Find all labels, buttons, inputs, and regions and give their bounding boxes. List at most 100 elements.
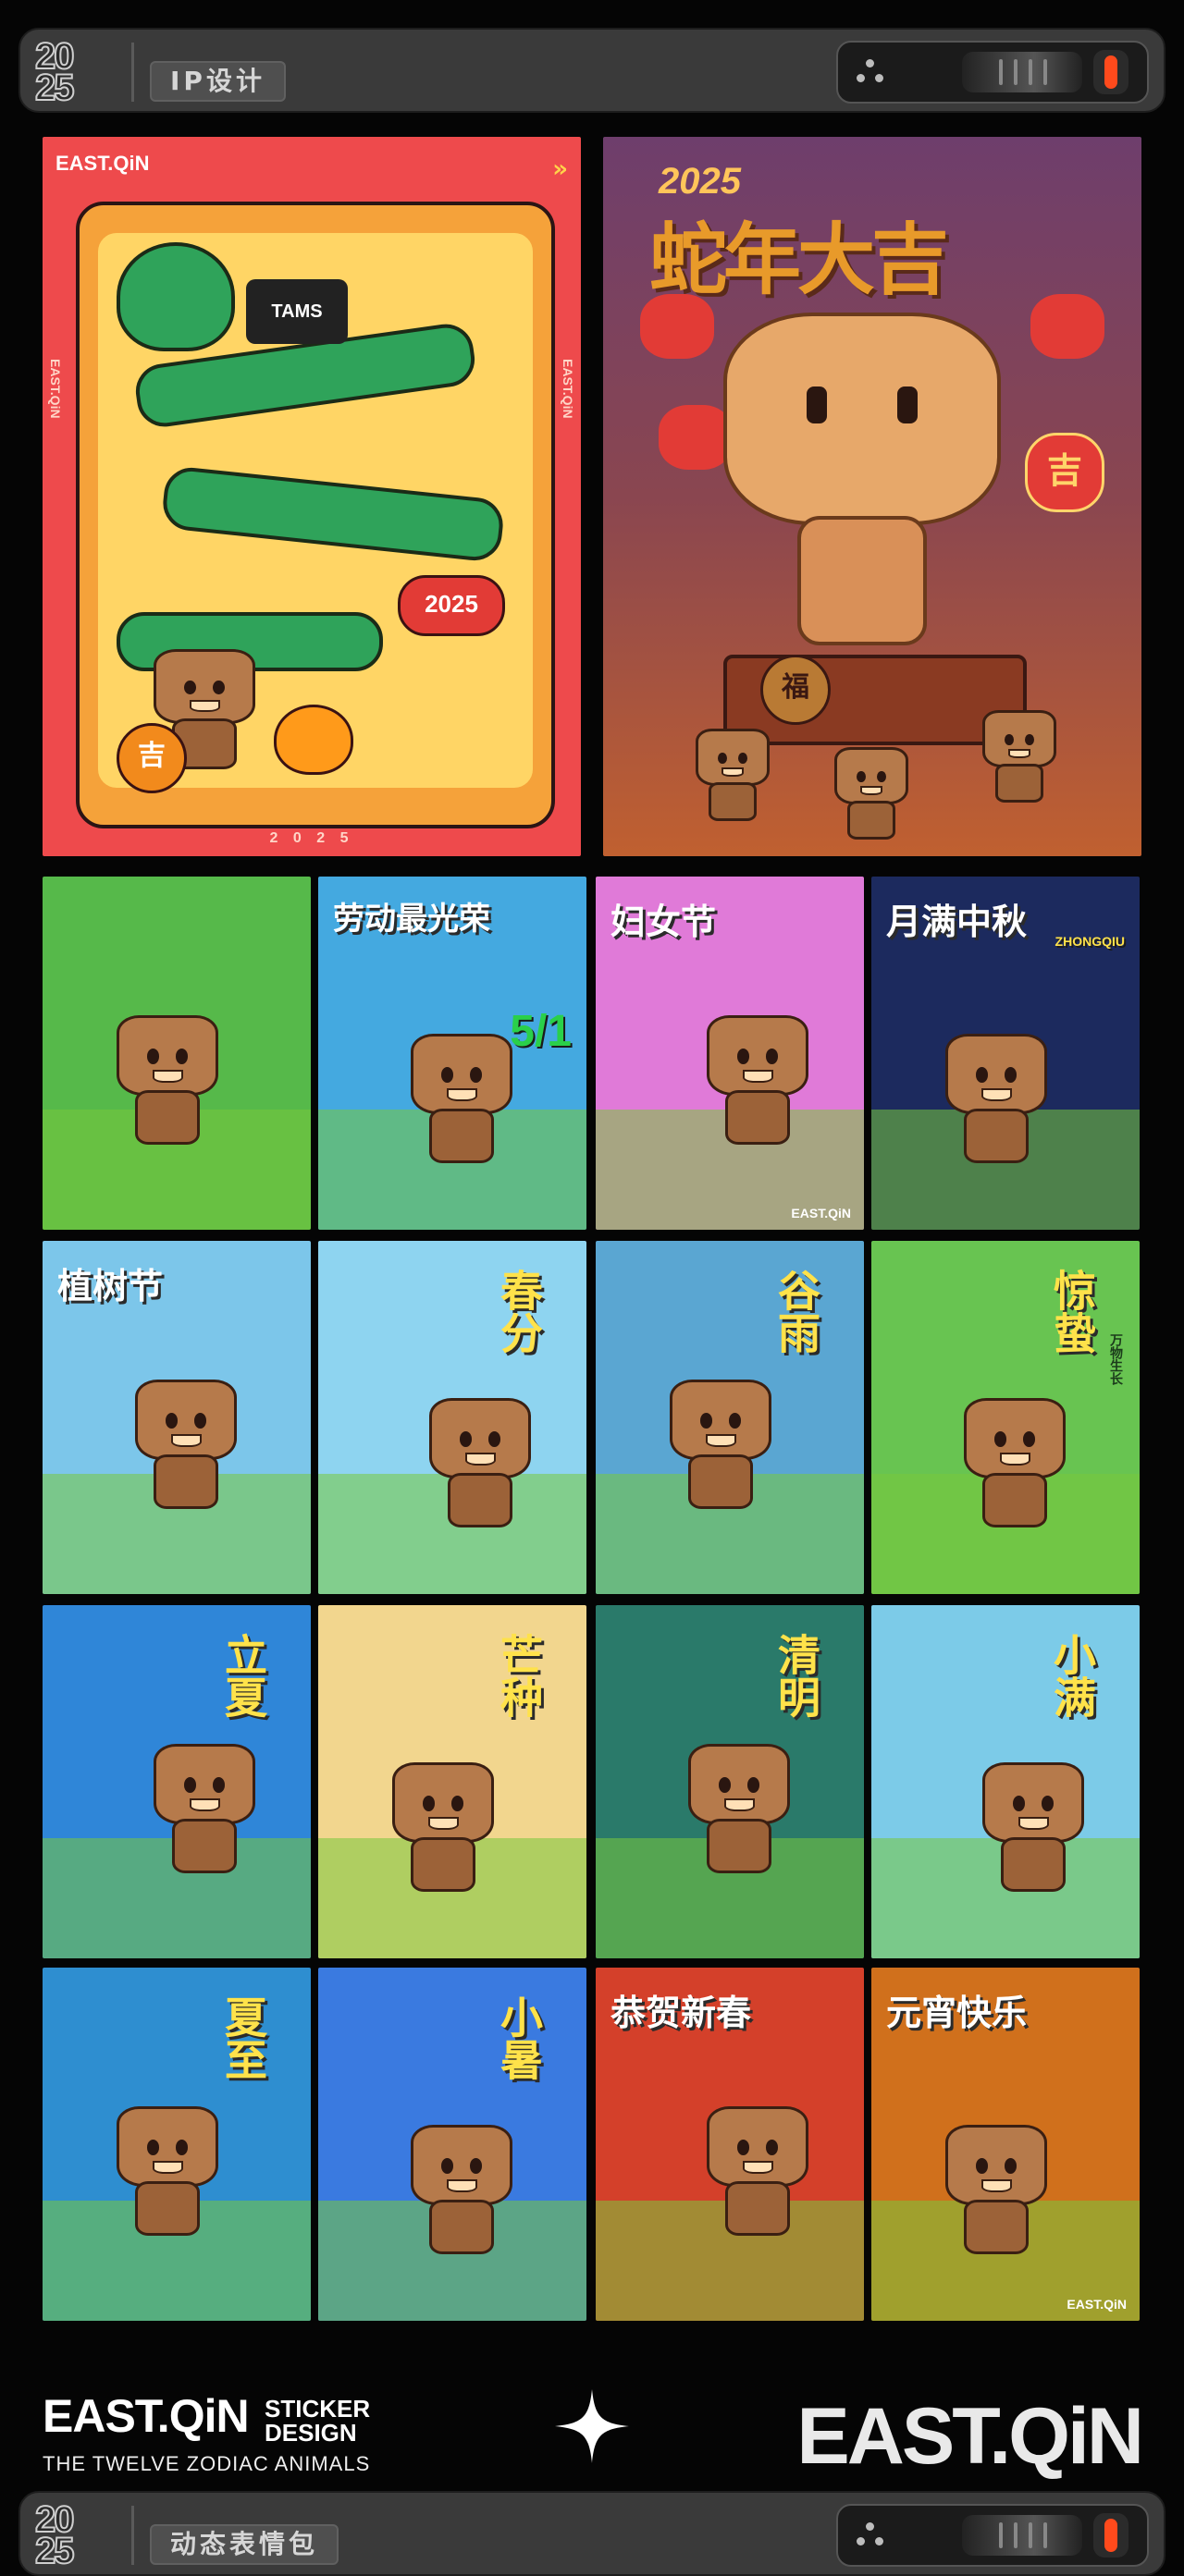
poster-brand: EAST.QiN — [1067, 2297, 1127, 2312]
year-badge: 20 25 — [34, 2500, 128, 2571]
poster-11: 清明 — [596, 1605, 864, 1958]
lantern-2025: 2025 — [398, 575, 505, 636]
bear-character — [411, 2125, 512, 2254]
bear-character — [429, 1398, 531, 1527]
bear-character — [154, 1744, 255, 1873]
top-header-bar: 20 25 IP设计 — [18, 28, 1166, 113]
bear-character — [707, 1015, 808, 1145]
bear-character — [688, 1744, 790, 1873]
lantern-left-1 — [640, 294, 714, 359]
poster-year: 2025 — [659, 161, 741, 202]
bear-character — [707, 2106, 808, 2236]
chevron-down-icon: » — [552, 155, 568, 183]
poster-subtitle: 5/1 — [510, 1007, 572, 1056]
poster-title: 恭贺新春 — [610, 1993, 752, 2033]
divider — [131, 2506, 134, 2565]
bear-character — [945, 1034, 1047, 1163]
bear-character — [945, 2125, 1047, 2254]
toggle-knob — [1093, 50, 1128, 94]
year-bottom: 25 — [34, 67, 75, 108]
fu-coin: 福 — [760, 655, 831, 725]
dots-icon — [857, 59, 884, 87]
slider-track — [962, 2515, 1082, 2556]
poster-9: 立夏 — [43, 1605, 311, 1958]
bear-character — [117, 2106, 218, 2236]
lantern-ji: 吉 — [1025, 433, 1104, 512]
bear-character — [392, 1762, 494, 1892]
poster-title: 惊蛰 — [1047, 1269, 1097, 1354]
section-tag: 动态表情包 — [150, 2524, 339, 2565]
poster-title: 蛇年大吉 — [649, 215, 949, 305]
tams-sign: TAMS — [246, 279, 348, 344]
control-panel — [836, 41, 1149, 104]
bear-character — [411, 1034, 512, 1163]
orange-character — [274, 705, 353, 775]
poster-brand: EAST.QiN — [791, 1206, 851, 1221]
slider-track — [962, 52, 1082, 92]
golden-bear — [723, 313, 1001, 645]
poster-2: 劳动最光荣 5/1 — [318, 877, 586, 1230]
poster-side-text: 万物生长 — [1108, 1333, 1123, 1385]
subtitle: THE TWELVE ZODIAC ANIMALS — [43, 2452, 371, 2475]
poster-title: 月满中秋 — [886, 902, 1028, 942]
poster-brand: EAST.QiN — [56, 152, 150, 175]
poster-3: 妇女节 EAST.QiN — [596, 877, 864, 1230]
poster-title: 谷雨 — [771, 1269, 821, 1354]
lantern-left-2 — [659, 405, 733, 470]
poster-12: 小满 — [871, 1605, 1140, 1958]
dots-icon — [857, 2522, 884, 2550]
poster-title: 立夏 — [218, 1633, 268, 1718]
bottom-header-bar: 20 25 动态表情包 — [18, 2491, 1166, 2576]
poster-8: 惊蛰 万物生长 — [871, 1241, 1140, 1594]
poster-title: 清明 — [771, 1633, 821, 1718]
bear-character — [964, 1398, 1066, 1527]
year-badge: 20 25 — [34, 37, 128, 108]
bear-small-3 — [982, 710, 1056, 803]
poster-6: 春分 — [318, 1241, 586, 1594]
poster-title: 劳动最光荣 — [333, 901, 490, 938]
poster-15: 恭贺新春 — [596, 1968, 864, 2321]
ji-badge: 吉 — [117, 723, 187, 793]
brand-logo-right: EAST.QiN — [796, 2392, 1144, 2481]
poster-10: 芒种 — [318, 1605, 586, 1958]
control-panel — [836, 2504, 1149, 2567]
snake-head — [117, 242, 235, 351]
side-text-right: EAST.QiN — [561, 359, 575, 419]
bear-small-1 — [696, 729, 770, 821]
poster-snake-year-red: EAST.QiN » EAST.QiN EAST.QiN TAMS 2025 吉… — [43, 137, 581, 856]
poster-title: 芒种 — [494, 1633, 544, 1718]
bear-character — [670, 1380, 771, 1509]
poster-14: 小暑 — [318, 1968, 586, 2321]
bear-character — [117, 1015, 218, 1145]
poster-5: 植树节 — [43, 1241, 311, 1594]
poster-4: 月满中秋 ZHONGQIU — [871, 877, 1140, 1230]
poster-7: 谷雨 — [596, 1241, 864, 1594]
poster-frame: TAMS 2025 吉 — [76, 202, 555, 828]
toggle-knob — [1093, 2513, 1128, 2558]
brand-logo-left: EAST.QiN — [43, 2390, 250, 2442]
side-text-left: EAST.QiN — [48, 359, 63, 419]
sparkle-icon — [555, 2389, 629, 2463]
poster-title: 春分 — [494, 1269, 544, 1354]
divider — [131, 43, 134, 102]
poster-subtitle: ZHONGQIU — [1054, 934, 1125, 949]
year-bottom: 25 — [34, 2531, 75, 2571]
poster-title: 妇女节 — [610, 902, 717, 942]
bear-character — [982, 1762, 1084, 1892]
bear-character — [135, 1380, 237, 1509]
bottom-year: 2 0 2 5 — [269, 830, 354, 846]
poster-13: 夏至 — [43, 1968, 311, 2321]
sticker-design-label: STICKER DESIGN — [265, 2397, 370, 2445]
poster-title: 夏至 — [218, 1995, 268, 2080]
bear-small-2 — [834, 747, 908, 840]
design-word: DESIGN — [265, 2419, 357, 2447]
poster-title: 小满 — [1047, 1633, 1097, 1718]
poster-16: 元宵快乐 EAST.QiN — [871, 1968, 1140, 2321]
section-tag: IP设计 — [150, 61, 286, 102]
poster-title: 元宵快乐 — [886, 1993, 1028, 2033]
lantern-right-1 — [1030, 294, 1104, 359]
poster-1 — [43, 877, 311, 1230]
poster-title: 小暑 — [494, 1995, 544, 2080]
poster-title: 植树节 — [57, 1266, 164, 1306]
poster-snake-year-gold: 2025 蛇年大吉 吉 福 — [603, 137, 1141, 856]
